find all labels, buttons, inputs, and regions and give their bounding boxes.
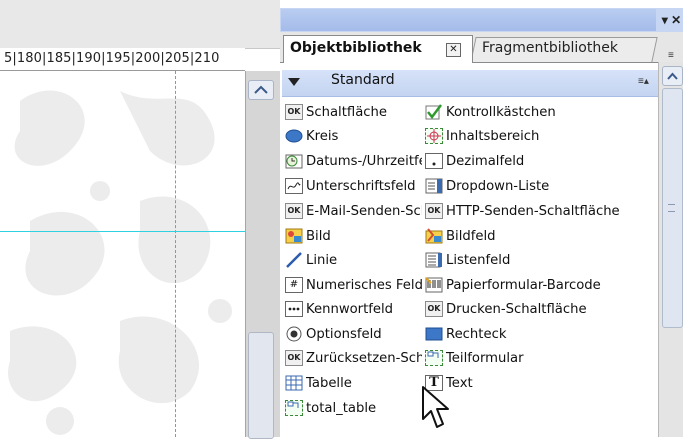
rectangle-icon bbox=[425, 326, 443, 342]
canvas-toolbar-strip bbox=[0, 0, 280, 49]
tab-close-icon[interactable]: ✕ bbox=[446, 43, 461, 57]
checkbox-icon bbox=[425, 104, 443, 120]
scroll-grip-icon bbox=[668, 204, 675, 212]
list-box-icon bbox=[425, 252, 443, 268]
list-item-kontrollkaestchen[interactable]: Kontrollkästchen bbox=[425, 100, 657, 124]
list-item-http-senden[interactable]: OK HTTP-Senden-Schaltfläche bbox=[425, 199, 657, 223]
barcode-icon bbox=[425, 277, 443, 293]
list-item-numerisch[interactable]: # Numerisches Feld bbox=[285, 273, 422, 297]
chevron-up-icon bbox=[667, 72, 678, 80]
item-label: Rechteck bbox=[446, 326, 507, 342]
canvas-scroll-up-button[interactable] bbox=[248, 80, 274, 100]
horizontal-guide-line bbox=[0, 231, 245, 232]
list-item-tabelle[interactable]: Tabelle bbox=[285, 371, 422, 395]
item-label: Dropdown-Liste bbox=[446, 178, 550, 194]
item-label: Drucken-Schaltfläche bbox=[446, 301, 587, 317]
item-label: total_table bbox=[306, 400, 377, 416]
list-item-email-senden[interactable]: OK E-Mail-Senden-Schaltfläche bbox=[285, 199, 422, 223]
list-item-kreis[interactable]: Kreis bbox=[285, 124, 422, 148]
panel-menu-close-icons[interactable]: ▾ ✕ bbox=[660, 10, 683, 30]
item-label: Linie bbox=[306, 252, 338, 268]
button-ok-icon: OK bbox=[425, 203, 443, 219]
dropdown-list-icon bbox=[425, 178, 443, 194]
button-ok-icon: OK bbox=[285, 203, 303, 219]
item-label: Datums-/Uhrzeitfeld bbox=[306, 153, 422, 169]
list-item-listenfeld[interactable]: Listenfeld bbox=[425, 248, 657, 272]
numeric-field-icon: # bbox=[285, 277, 303, 293]
library-scroll-up-button[interactable] bbox=[662, 66, 683, 86]
radio-button-icon bbox=[285, 326, 303, 342]
list-item-total-table[interactable]: total_table bbox=[285, 396, 422, 420]
list-item-zuruecksetzen[interactable]: OK Zurücksetzen-Schaltfläche bbox=[285, 346, 422, 370]
list-item-rechteck[interactable]: Rechteck bbox=[425, 322, 657, 346]
list-item-unterschrift[interactable]: Unterschriftsfeld bbox=[285, 174, 422, 198]
tab-objektbibliothek[interactable]: Objektbibliothek ✕ bbox=[283, 35, 473, 63]
item-label: Teilformular bbox=[446, 350, 524, 366]
table-icon bbox=[285, 375, 303, 391]
tab-fragmentbibliothek-label[interactable]: Fragmentbibliothek bbox=[482, 40, 618, 56]
list-item-bildfeld[interactable]: Bildfeld bbox=[425, 224, 657, 248]
chevron-up-icon bbox=[254, 85, 268, 94]
item-label: Kreis bbox=[306, 128, 339, 144]
vertical-guide-line bbox=[175, 71, 176, 437]
list-item-barcode[interactable]: Papierformular-Barcode bbox=[425, 273, 657, 297]
design-canvas[interactable] bbox=[0, 71, 245, 437]
item-label: Inhaltsbereich bbox=[446, 128, 540, 144]
list-item-optionsfeld[interactable]: Optionsfeld bbox=[285, 322, 422, 346]
line-icon bbox=[285, 252, 303, 268]
list-item-datum[interactable]: Datums-/Uhrzeitfeld bbox=[285, 149, 422, 173]
item-label: Bildfeld bbox=[446, 228, 496, 244]
item-label: Kontrollkästchen bbox=[446, 104, 556, 120]
list-item-text[interactable]: T Text bbox=[425, 371, 657, 395]
date-time-icon bbox=[285, 153, 303, 169]
item-label: Unterschriftsfeld bbox=[306, 178, 416, 194]
item-label: Zurücksetzen-Schaltfläche bbox=[306, 350, 422, 366]
subform-icon bbox=[425, 350, 443, 366]
tab-objektbibliothek-label: Objektbibliothek bbox=[290, 40, 422, 56]
item-label: Kennwortfeld bbox=[306, 301, 394, 317]
password-field-icon bbox=[285, 301, 303, 317]
item-label: Numerisches Feld bbox=[306, 277, 422, 293]
item-label: Dezimalfeld bbox=[446, 153, 525, 169]
button-ok-icon: OK bbox=[425, 301, 443, 317]
item-label: Optionsfeld bbox=[306, 326, 382, 342]
collapse-triangle-icon[interactable] bbox=[288, 78, 300, 86]
tab-overflow-icon[interactable]: ≡ bbox=[668, 50, 674, 61]
list-item-kennwort[interactable]: Kennwortfeld bbox=[285, 297, 422, 321]
item-label: HTTP-Senden-Schaltfläche bbox=[446, 203, 620, 219]
list-item-drucken[interactable]: OK Drucken-Schaltfläche bbox=[425, 297, 657, 321]
list-item-inhaltsbereich[interactable]: Inhaltsbereich bbox=[425, 124, 657, 148]
list-item-schaltflaeche[interactable]: OK Schaltfläche bbox=[285, 100, 422, 124]
image-icon bbox=[285, 228, 303, 244]
item-label: Tabelle bbox=[306, 375, 352, 391]
list-item-dezimalfeld[interactable]: Dezimalfeld bbox=[425, 149, 657, 173]
list-item-teilformular[interactable]: Teilformular bbox=[425, 346, 657, 370]
item-label: Listenfeld bbox=[446, 252, 511, 268]
subform-icon bbox=[285, 400, 303, 416]
image-field-icon bbox=[425, 228, 443, 244]
canvas-scroll-thumb[interactable] bbox=[248, 332, 274, 439]
damask-pattern-background bbox=[8, 90, 232, 435]
section-menu-icon[interactable]: ≡▴ bbox=[638, 76, 649, 87]
panel-title-strip[interactable] bbox=[281, 9, 656, 31]
signature-field-icon bbox=[285, 178, 303, 194]
button-ok-icon: OK bbox=[285, 350, 303, 366]
list-item-linie[interactable]: Linie bbox=[285, 248, 422, 272]
content-area-icon bbox=[425, 128, 443, 144]
mouse-pointer-icon bbox=[422, 386, 449, 428]
item-label: Bild bbox=[306, 228, 331, 244]
ruler-tick-labels: 5|180|185|190|195|200|205|210 bbox=[4, 51, 220, 66]
circle-icon bbox=[285, 128, 303, 144]
item-label: Schaltfläche bbox=[306, 104, 388, 120]
decimal-field-icon bbox=[425, 153, 443, 169]
item-label: E-Mail-Senden-Schaltfläche bbox=[306, 203, 422, 219]
list-item-bild[interactable]: Bild bbox=[285, 224, 422, 248]
horizontal-ruler: 5|180|185|190|195|200|205|210 bbox=[0, 48, 245, 71]
item-label: Papierformular-Barcode bbox=[446, 277, 601, 293]
list-item-dropdown[interactable]: Dropdown-Liste bbox=[425, 174, 657, 198]
button-ok-icon: OK bbox=[285, 104, 303, 120]
section-label: Standard bbox=[331, 72, 395, 88]
